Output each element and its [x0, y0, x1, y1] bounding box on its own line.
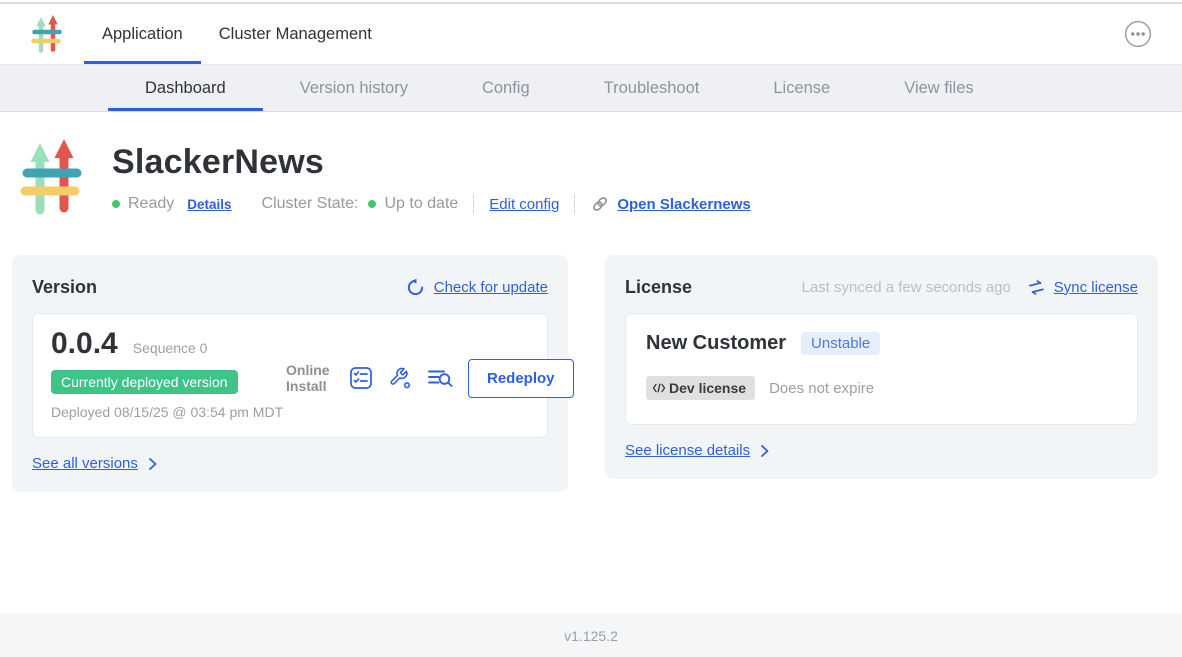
chevron-right-icon — [757, 443, 773, 459]
version-actions: Online Install — [286, 359, 574, 398]
tab-application[interactable]: Application — [84, 4, 201, 64]
cluster-state-dot — [368, 200, 376, 208]
license-details-panel: New Customer Unstable Dev license Does n… — [625, 313, 1138, 425]
install-type-label: Online Install — [286, 362, 334, 394]
edit-config-link[interactable]: Edit config — [489, 196, 559, 213]
channel-badge: Unstable — [801, 332, 880, 355]
version-info-column: 0.0.4 Sequence 0 Currently deployed vers… — [51, 327, 286, 421]
cluster-state-value: Up to date — [384, 195, 458, 213]
version-card-title: Version — [32, 277, 97, 298]
customer-name: New Customer — [646, 332, 786, 355]
code-icon — [652, 382, 666, 394]
tab-config-label: Config — [482, 79, 530, 98]
tab-dashboard-label: Dashboard — [145, 79, 226, 98]
license-type-badge: Dev license — [646, 376, 755, 400]
tab-application-label: Application — [102, 25, 183, 44]
license-card: License Last synced a few seconds ago Sy… — [605, 255, 1158, 479]
last-synced-text: Last synced a few seconds ago — [801, 279, 1010, 296]
tab-dashboard[interactable]: Dashboard — [108, 65, 263, 111]
top-nav-tabs: Application Cluster Management — [84, 4, 390, 64]
tab-config[interactable]: Config — [445, 65, 567, 111]
see-all-versions-link-group[interactable]: See all versions — [32, 455, 548, 472]
tab-view-files[interactable]: View files — [867, 65, 1010, 111]
tab-troubleshoot-label: Troubleshoot — [604, 79, 700, 98]
app-icon — [20, 137, 84, 222]
deployed-timestamp: Deployed 08/15/25 @ 03:54 pm MDT — [51, 403, 286, 421]
tab-version-history-label: Version history — [300, 79, 408, 98]
chevron-right-icon — [145, 456, 161, 472]
page-title: SlackerNews — [112, 143, 751, 182]
brand-logo — [30, 4, 64, 64]
license-type-badge-label: Dev license — [669, 380, 746, 396]
divider — [574, 194, 575, 214]
tab-cluster-management-label: Cluster Management — [219, 25, 372, 44]
top-nav: Application Cluster Management — [0, 4, 1182, 65]
slackernews-app-icon — [20, 137, 84, 217]
open-app-link-group[interactable]: Open Slackernews — [590, 194, 750, 214]
check-for-update-group[interactable]: Check for update — [406, 278, 548, 297]
app-status-row: Ready Details Cluster State: Up to date … — [112, 194, 751, 214]
sync-icon — [1028, 279, 1045, 296]
sequence-label: Sequence 0 — [133, 340, 208, 356]
current-version-panel: 0.0.4 Sequence 0 Currently deployed vers… — [32, 313, 548, 438]
tab-cluster-management[interactable]: Cluster Management — [201, 4, 390, 64]
deploy-logs-icon[interactable] — [427, 366, 453, 390]
sync-license-link[interactable]: Sync license — [1054, 279, 1138, 296]
footer: v1.125.2 — [0, 614, 1182, 657]
app-status-text: Ready — [128, 195, 174, 213]
tab-version-history[interactable]: Version history — [263, 65, 445, 111]
tab-license[interactable]: License — [736, 65, 867, 111]
app-status-dot — [112, 200, 120, 208]
config-wrench-icon[interactable] — [388, 366, 412, 390]
license-card-title: License — [625, 277, 692, 298]
version-card: Version Check for update 0.0.4 Sequence … — [12, 255, 568, 492]
open-app-link[interactable]: Open Slackernews — [617, 196, 750, 213]
slackernews-logo-icon — [30, 14, 64, 54]
link-chain-icon — [590, 194, 610, 214]
see-all-versions-link[interactable]: See all versions — [32, 455, 138, 472]
redeploy-button[interactable]: Redeploy — [468, 359, 574, 398]
cluster-state-label: Cluster State: — [262, 195, 359, 213]
deployed-status-badge: Currently deployed version — [51, 370, 238, 394]
console-version: v1.125.2 — [564, 628, 618, 644]
license-expiration: Does not expire — [769, 380, 874, 397]
status-details-link[interactable]: Details — [187, 197, 231, 212]
version-number: 0.0.4 — [51, 327, 118, 361]
overflow-menu-icon[interactable] — [1124, 20, 1152, 48]
divider — [473, 194, 474, 214]
tab-license-label: License — [773, 79, 830, 98]
tab-troubleshoot[interactable]: Troubleshoot — [567, 65, 737, 111]
refresh-icon — [406, 278, 425, 297]
app-header: SlackerNews Ready Details Cluster State:… — [0, 112, 1182, 222]
see-license-details-link[interactable]: See license details — [625, 442, 750, 459]
tab-view-files-label: View files — [904, 79, 973, 98]
preflight-checks-icon[interactable] — [349, 366, 373, 390]
app-sub-nav: Dashboard Version history Config Trouble… — [0, 65, 1182, 112]
see-license-details-link-group[interactable]: See license details — [625, 442, 1138, 459]
check-for-update-link[interactable]: Check for update — [434, 279, 548, 296]
